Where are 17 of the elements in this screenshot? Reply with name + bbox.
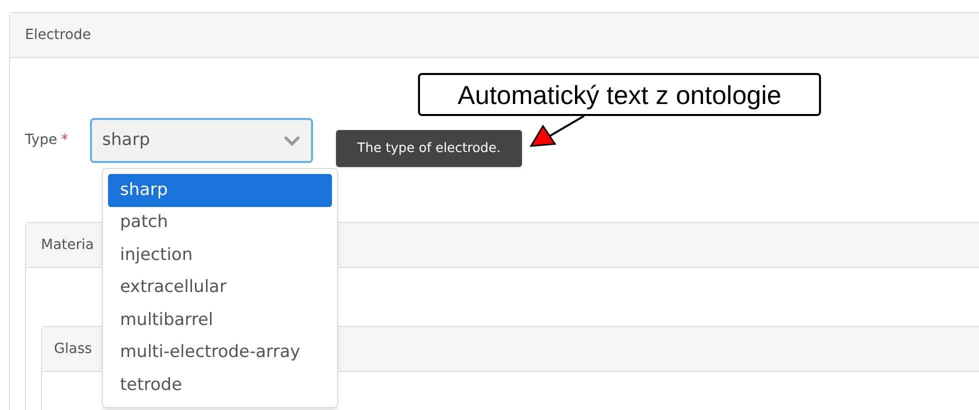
tooltip: The type of electrode.: [336, 130, 522, 167]
dropdown-option[interactable]: tetrode: [108, 369, 332, 402]
dropdown-option[interactable]: multibarrel: [108, 304, 332, 336]
dropdown-option[interactable]: injection: [108, 239, 332, 272]
required-mark: *: [61, 131, 68, 150]
field-label: Type: [25, 131, 58, 150]
type-select[interactable]: sharp: [90, 118, 314, 163]
dropdown-option[interactable]: sharp: [108, 174, 332, 206]
annotation-callout: Automatický text z ontologie: [418, 73, 821, 116]
dropdown-option[interactable]: extracellular: [108, 272, 332, 304]
dropdown-option[interactable]: multi-electrode-array: [108, 336, 332, 369]
panel-title: Electrode: [25, 26, 92, 44]
arrow: [530, 115, 584, 147]
panel-title: Materia: [41, 236, 94, 254]
dropdown-option[interactable]: patch: [108, 206, 332, 239]
panel-title: Glass: [54, 340, 92, 358]
chevron-down-icon: [283, 134, 302, 146]
